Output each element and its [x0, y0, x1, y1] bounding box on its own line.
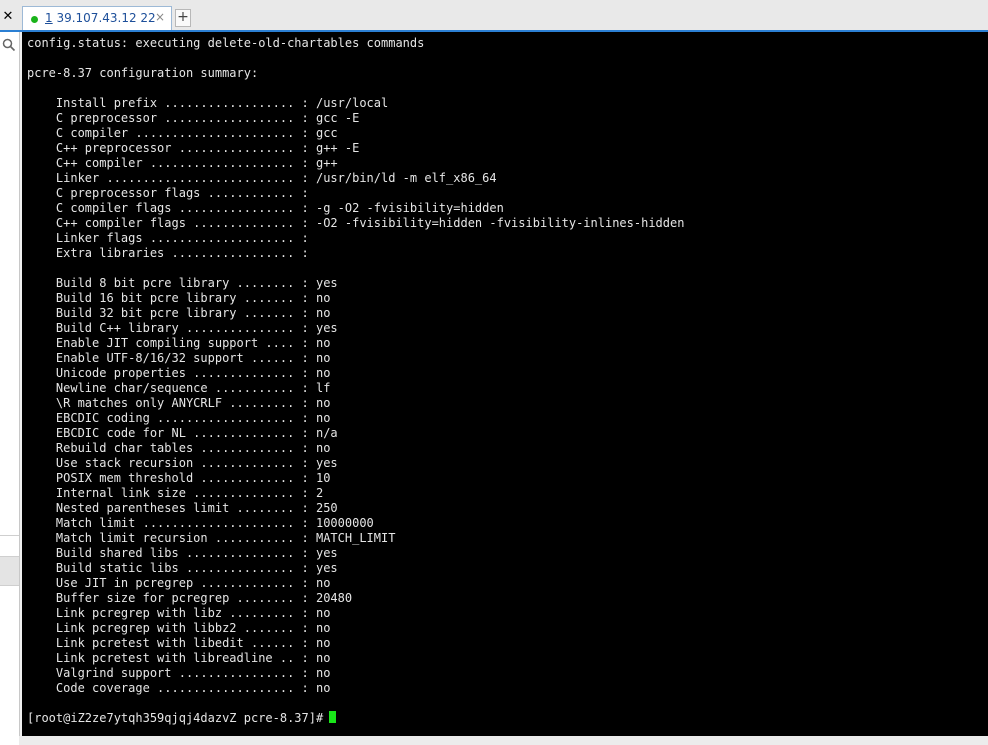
- terminal-line: Nested parentheses limit ........ : 250: [27, 501, 338, 515]
- terminal-line: Install prefix .................. : /usr…: [27, 96, 389, 110]
- terminal-line: Linker .......................... : /usr…: [27, 171, 497, 185]
- terminal-line: Build 8 bit pcre library ........ : yes: [27, 276, 338, 290]
- tab-session[interactable]: 1 39.107.43.12 22 ×: [22, 6, 172, 30]
- side-panel: [0, 32, 20, 745]
- status-strip: [19, 736, 988, 745]
- terminal-line: C++ compiler flags .............. : -O2 …: [27, 216, 685, 230]
- tab-bar: ✕ 1 39.107.43.12 22 × +: [0, 0, 988, 32]
- terminal-line: Link pcretest with libedit ...... : no: [27, 636, 331, 650]
- terminal-line: C preprocessor flags ............ :: [27, 186, 316, 200]
- panel-selected-item[interactable]: [0, 556, 19, 586]
- terminal-line: Build 32 bit pcre library ....... : no: [27, 306, 331, 320]
- terminal-line: Unicode properties .............. : no: [27, 366, 331, 380]
- terminal-prompt-line: [root@iZ2ze7ytqh359qjqj4dazvZ pcre-8.37]…: [27, 711, 684, 726]
- terminal-line: \R matches only ANYCRLF ......... : no: [27, 396, 331, 410]
- terminal-line: Build shared libs ............... : yes: [27, 546, 338, 560]
- tab-number: 1: [45, 11, 53, 25]
- terminal-line: Enable JIT compiling support .... : no: [27, 336, 331, 350]
- terminal-line: Linker flags .................... :: [27, 231, 316, 245]
- terminal-line: Build 16 bit pcre library ....... : no: [27, 291, 331, 305]
- terminal-line: pcre-8.37 configuration summary:: [27, 66, 259, 80]
- terminal-line: Enable UTF-8/16/32 support ...... : no: [27, 351, 331, 365]
- new-tab-button[interactable]: +: [175, 9, 191, 27]
- terminal-line: C++ compiler .................... : g++: [27, 156, 338, 170]
- terminal-line: Valgrind support ................ : no: [27, 666, 331, 680]
- terminal-line: Code coverage ................... : no: [27, 681, 331, 695]
- terminal-line: Link pcregrep with libz ......... : no: [27, 606, 331, 620]
- terminal-line: Match limit ..................... : 1000…: [27, 516, 374, 530]
- panel-divider: [0, 535, 19, 536]
- tab-label: 1 39.107.43.12 22: [45, 11, 156, 25]
- terminal-line: Build static libs ............... : yes: [27, 561, 338, 575]
- terminal-line: C compiler flags ................ : -g -…: [27, 201, 504, 215]
- terminal-output[interactable]: config.status: executing delete-old-char…: [22, 32, 988, 736]
- terminal-line: Newline char/sequence ........... : lf: [27, 381, 331, 395]
- connection-status-icon: [31, 16, 38, 23]
- terminal-line: Rebuild char tables ............. : no: [27, 441, 331, 455]
- terminal-line: Link pcregrep with libbz2 ....... : no: [27, 621, 331, 635]
- close-icon[interactable]: ✕: [0, 9, 16, 25]
- terminal-text: config.status: executing delete-old-char…: [27, 36, 684, 726]
- tab-title: 39.107.43.12 22: [52, 11, 156, 25]
- search-icon[interactable]: [2, 38, 16, 52]
- terminal-line: Build C++ library ............... : yes: [27, 321, 338, 335]
- terminal-line: Use stack recursion ............. : yes: [27, 456, 338, 470]
- tab-close-icon[interactable]: ×: [155, 10, 165, 24]
- terminal-line: Link pcretest with libreadline .. : no: [27, 651, 331, 665]
- terminal-line: C compiler ...................... : gcc: [27, 126, 338, 140]
- terminal-line: EBCDIC code for NL .............. : n/a: [27, 426, 338, 440]
- terminal-cursor: [329, 711, 337, 723]
- terminal-line: Match limit recursion ........... : MATC…: [27, 531, 396, 545]
- terminal-line: Internal link size .............. : 2: [27, 486, 324, 500]
- terminal-line: Extra libraries ................. :: [27, 246, 316, 260]
- terminal-line: Use JIT in pcregrep ............. : no: [27, 576, 331, 590]
- shell-prompt: [root@iZ2ze7ytqh359qjqj4dazvZ pcre-8.37]…: [27, 711, 324, 725]
- terminal-line: POSIX mem threshold ............. : 10: [27, 471, 331, 485]
- terminal-line: C++ preprocessor ................ : g++ …: [27, 141, 360, 155]
- terminal-line: config.status: executing delete-old-char…: [27, 36, 425, 50]
- terminal-line: C preprocessor .................. : gcc …: [27, 111, 360, 125]
- terminal-line: EBCDIC coding ................... : no: [27, 411, 331, 425]
- terminal-line: Buffer size for pcregrep ........ : 2048…: [27, 591, 353, 605]
